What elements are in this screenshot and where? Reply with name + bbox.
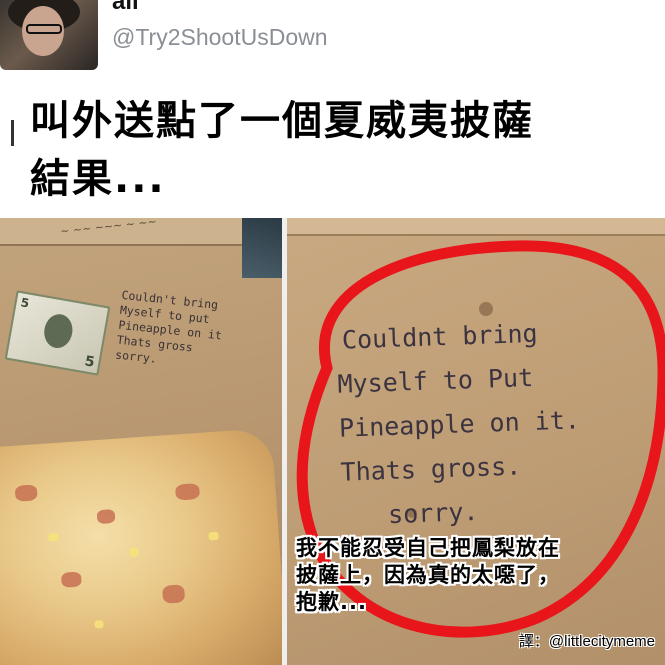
pizza-topping	[14, 484, 38, 502]
pizza-topping	[96, 508, 116, 525]
pizza-topping	[174, 483, 201, 501]
pizza-topping	[94, 620, 104, 629]
user-handle[interactable]: @Try2ShootUsDown	[112, 24, 328, 51]
caption-line-1: 叫外送點了一個夏威夷披薩	[30, 98, 534, 144]
translation-line: 披薩上，因為真的太噁了，	[296, 563, 560, 587]
avatar[interactable]	[0, 0, 98, 70]
display-name[interactable]: ali	[112, 0, 139, 16]
pizza	[0, 427, 282, 665]
pizza-topping	[48, 532, 59, 542]
bill-value: 5	[83, 353, 96, 371]
translation-overlay: 我不能忍受自己把鳳梨放在 披薩上，因為真的太噁了， 抱歉...	[296, 535, 656, 616]
translation-line: 抱歉...	[296, 590, 367, 614]
box-lid-edge: ~ ~~ ~~~ ~ ~~	[0, 218, 282, 246]
pizza-topping	[60, 571, 82, 588]
handwritten-note-small: Couldn't bring Myself to put Pineapple o…	[115, 288, 282, 379]
pizza-topping	[162, 584, 186, 604]
translation-line: 我不能忍受自己把鳳梨放在	[296, 536, 560, 560]
translator-credit: 譯：@littlecitymeme	[518, 633, 655, 650]
pizza-topping	[129, 547, 139, 558]
tweet-caption: 叫外送點了一個夏威夷披薩 結果...	[30, 92, 650, 208]
box-print-pattern: ~ ~~ ~~~ ~ ~~	[59, 218, 158, 239]
caption-line-2: 結果...	[30, 156, 166, 202]
avatar-glasses	[26, 24, 62, 34]
pizza-topping	[208, 531, 219, 541]
edge-mark	[11, 120, 14, 146]
pizza-box-photo-left[interactable]: ~ ~~ ~~~ ~ ~~ 5 5 Couldn't bring Myself …	[0, 218, 282, 665]
five-dollar-bill: 5 5	[4, 290, 111, 376]
background-corner	[242, 218, 282, 278]
bill-portrait	[41, 311, 76, 351]
bill-value-corner: 5	[19, 295, 31, 311]
